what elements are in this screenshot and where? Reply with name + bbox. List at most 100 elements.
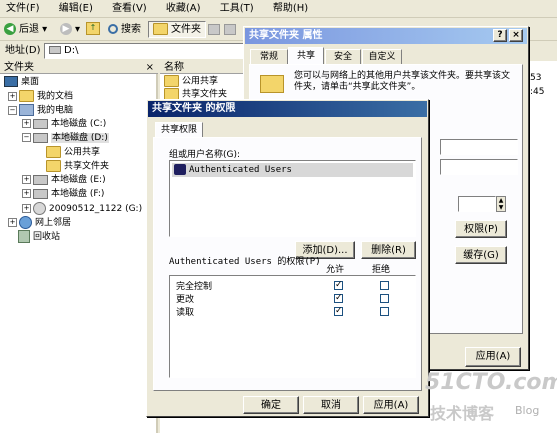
folders-button[interactable]: 文件夹 bbox=[148, 21, 206, 38]
menu-tools[interactable]: 工具(T) bbox=[220, 3, 254, 14]
cache-button[interactable]: 缓存(G) bbox=[455, 246, 507, 264]
folder-icon bbox=[46, 160, 61, 172]
back-button[interactable]: ◀ 后退 ▾ bbox=[4, 22, 47, 38]
user-list-box: Authenticated Users bbox=[169, 160, 416, 237]
drive-icon bbox=[33, 132, 48, 143]
deny-change-checkbox[interactable] bbox=[380, 294, 389, 303]
cancel-button[interactable]: 取消 bbox=[303, 396, 359, 414]
tree-item-my-computer[interactable]: − 我的电脑 bbox=[8, 104, 73, 117]
expand-icon[interactable]: + bbox=[22, 175, 31, 184]
folder-pane-header: 文件夹 × bbox=[0, 61, 158, 74]
tree-item-drive-d[interactable]: − 本地磁盘 (D:) bbox=[22, 132, 109, 145]
search-button[interactable]: 搜索 bbox=[108, 22, 141, 38]
tab-security[interactable]: 安全 bbox=[325, 49, 361, 64]
user-limit-spinner[interactable]: ▲ ▼ bbox=[496, 196, 506, 212]
tree-item-network-places[interactable]: + 网上邻居 bbox=[8, 216, 71, 229]
help-button[interactable]: ? bbox=[493, 29, 507, 42]
tree-item-drive-c[interactable]: + 本地磁盘 (C:) bbox=[22, 118, 106, 131]
permissions-titlebar: 共享文件夹 的权限 bbox=[148, 101, 427, 117]
ok-button[interactable]: 确定 bbox=[243, 396, 299, 414]
expand-icon[interactable]: + bbox=[22, 204, 31, 213]
menu-view[interactable]: 查看(V) bbox=[112, 3, 147, 14]
tab-share-permissions[interactable]: 共享权限 bbox=[155, 122, 203, 138]
drive-icon bbox=[33, 174, 48, 185]
up-folder-button[interactable]: ↑ bbox=[86, 22, 100, 36]
address-label: 地址(D) bbox=[5, 45, 41, 56]
tree-item-drive-e[interactable]: + 本地磁盘 (E:) bbox=[22, 174, 106, 187]
file-item-public-share[interactable]: 公用共享 bbox=[164, 75, 218, 88]
menu-file[interactable]: 文件(F) bbox=[6, 3, 40, 14]
tree-item-shared-folder[interactable]: 共享文件夹 bbox=[46, 160, 109, 173]
permissions-dialog: 共享文件夹 的权限 共享权限 组或用户名称(G): Authenticated … bbox=[146, 99, 429, 417]
close-button[interactable]: × bbox=[509, 29, 523, 42]
tree-item-my-documents[interactable]: + 我的文档 bbox=[8, 90, 73, 103]
permission-name: 完全控制 bbox=[176, 282, 213, 292]
expand-icon[interactable]: + bbox=[8, 91, 17, 101]
deny-read-checkbox[interactable] bbox=[380, 307, 389, 316]
properties-title: 共享文件夹 属性 bbox=[249, 30, 323, 41]
user-group-icon bbox=[174, 164, 186, 175]
back-arrow-icon: ◀ bbox=[4, 23, 16, 35]
apply-button[interactable]: 应用(A) bbox=[363, 396, 419, 414]
watermark-subtitle: 技术博客 bbox=[430, 404, 495, 423]
tree-item-drive-g[interactable]: +20090512_1122 (G:) bbox=[22, 202, 142, 215]
name-column-header[interactable]: 名称 bbox=[160, 61, 245, 74]
collapse-icon[interactable]: − bbox=[22, 133, 31, 142]
move-to-icon[interactable] bbox=[208, 24, 220, 35]
drive-icon bbox=[33, 188, 48, 199]
permissions-list-box: 完全控制 ✓ 更改 ✓ 读取 ✓ bbox=[169, 275, 416, 378]
forward-arrow-icon: ▶ bbox=[60, 23, 72, 35]
recycle-bin-icon bbox=[18, 230, 30, 243]
tree-item-public-share[interactable]: 公用共享 bbox=[46, 146, 100, 159]
share-permissions-panel: 组或用户名称(G): Authenticated Users 添加(D)... … bbox=[153, 137, 422, 391]
properties-apply-button[interactable]: 应用(A) bbox=[465, 347, 521, 367]
expand-icon[interactable]: + bbox=[22, 119, 31, 128]
copy-to-icon[interactable] bbox=[224, 24, 236, 35]
menu-favorites[interactable]: 收藏(A) bbox=[166, 3, 201, 14]
expand-icon[interactable]: + bbox=[22, 189, 31, 198]
permissions-list-label: Authenticated Users 的权限(P) bbox=[169, 257, 321, 267]
deny-column-header: 拒绝 bbox=[372, 265, 391, 275]
sharing-description: 您可以与网络上的其他用户共享该文件夹。要共享该文件夹，请单击“共享此文件夹”。 bbox=[294, 71, 511, 92]
user-item-authenticated-users[interactable]: Authenticated Users bbox=[172, 163, 413, 177]
tree-item-drive-f[interactable]: + 本地磁盘 (F:) bbox=[22, 188, 104, 201]
drive-icon bbox=[33, 118, 48, 129]
desktop-icon bbox=[4, 76, 18, 87]
search-icon bbox=[108, 24, 118, 34]
allow-full-control-checkbox[interactable]: ✓ bbox=[334, 281, 343, 290]
forward-button[interactable]: ▶ ▾ bbox=[60, 22, 80, 38]
modified-text: 53 bbox=[530, 73, 542, 83]
menu-edit[interactable]: 编辑(E) bbox=[59, 3, 93, 14]
folder-icon bbox=[153, 23, 168, 35]
drive-icon bbox=[49, 46, 61, 54]
properties-titlebar: 共享文件夹 属性 ? × bbox=[245, 28, 527, 44]
share-name-field[interactable] bbox=[440, 139, 518, 155]
tree-item-desktop[interactable]: 桌面 bbox=[4, 76, 39, 89]
allow-column-header: 允许 bbox=[326, 265, 345, 275]
allow-change-checkbox[interactable]: ✓ bbox=[334, 294, 343, 303]
tab-custom[interactable]: 自定义 bbox=[362, 49, 402, 64]
menu-bar: 文件(F) 编辑(E) 查看(V) 收藏(A) 工具(T) 帮助(H) bbox=[0, 0, 557, 18]
permissions-button[interactable]: 权限(P) bbox=[455, 220, 507, 238]
tab-general[interactable]: 常规 bbox=[250, 49, 288, 64]
computer-icon bbox=[19, 104, 34, 116]
folder-tree-pane: 文件夹 × 桌面 + 我的文档 − 我的电脑 + 本地磁盘 (C:) − 本地磁盘 (D… bbox=[0, 61, 158, 433]
cd-drive-icon bbox=[33, 202, 46, 215]
deny-full-control-checkbox[interactable] bbox=[380, 281, 389, 290]
up-folder-icon: ↑ bbox=[86, 22, 100, 35]
allow-read-checkbox[interactable]: ✓ bbox=[334, 307, 343, 316]
folder-icon bbox=[46, 146, 61, 158]
remove-button[interactable]: 删除(R) bbox=[361, 241, 416, 259]
menu-help[interactable]: 帮助(H) bbox=[273, 3, 308, 14]
network-icon bbox=[19, 216, 32, 229]
user-limit-field[interactable] bbox=[458, 196, 496, 212]
expand-icon[interactable]: + bbox=[8, 218, 17, 227]
folder-icon bbox=[164, 75, 179, 87]
tab-sharing[interactable]: 共享 bbox=[288, 47, 324, 65]
tree-item-recycle-bin[interactable]: 回收站 bbox=[18, 230, 60, 243]
collapse-icon[interactable]: − bbox=[8, 105, 17, 115]
close-icon[interactable]: × bbox=[146, 61, 154, 74]
watermark-site: 51CTO.com bbox=[425, 370, 557, 395]
comment-field[interactable] bbox=[440, 159, 518, 175]
shared-folder-large-icon bbox=[260, 75, 284, 93]
